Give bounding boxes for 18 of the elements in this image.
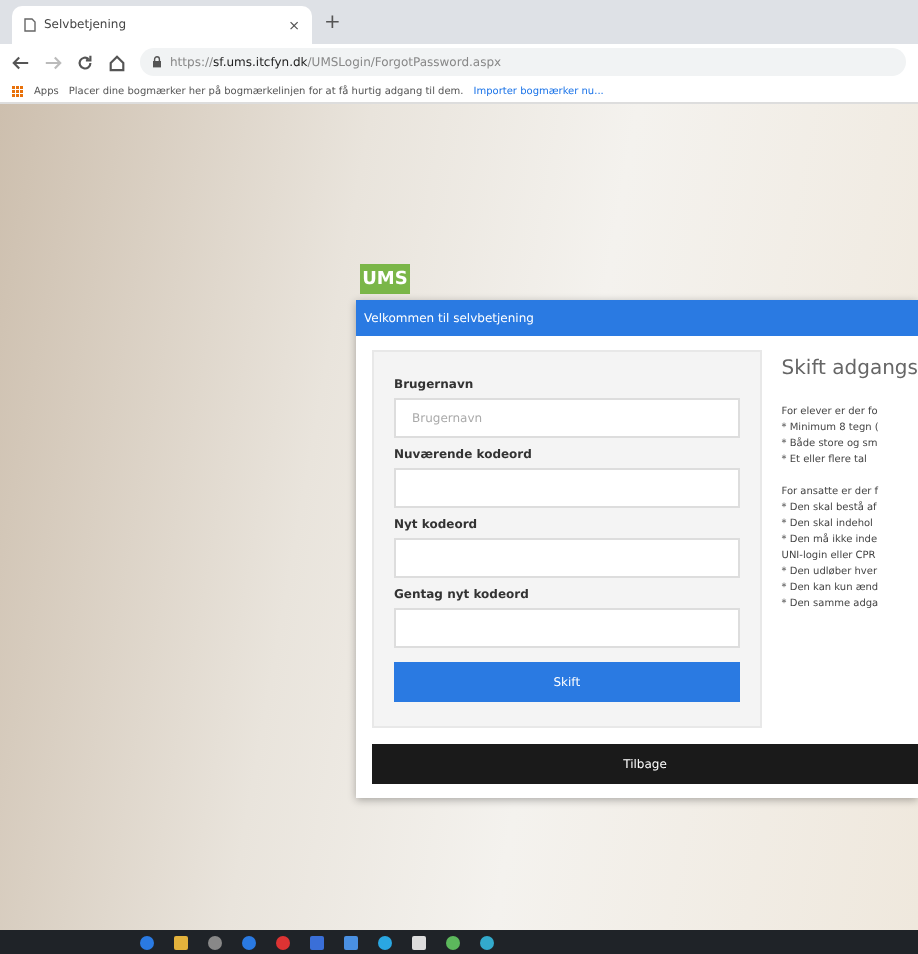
taskbar-icon[interactable] xyxy=(174,935,188,949)
lock-icon xyxy=(152,56,162,68)
taskbar-icon[interactable] xyxy=(378,935,392,949)
apps-grid-icon[interactable] xyxy=(12,85,24,97)
taskbar-icon[interactable] xyxy=(480,935,494,949)
taskbar-icon[interactable] xyxy=(344,935,358,949)
reload-icon[interactable] xyxy=(76,53,94,71)
home-icon[interactable] xyxy=(108,53,126,71)
input-field[interactable] xyxy=(394,538,740,578)
back-arrow-icon[interactable] xyxy=(12,53,30,71)
logo: UMS xyxy=(360,264,410,294)
info-title: Skift adgangs xyxy=(781,358,918,380)
taskbar-icon[interactable] xyxy=(446,935,460,949)
taskbar-icon[interactable] xyxy=(412,935,426,949)
new-tab-button[interactable]: + xyxy=(324,11,341,33)
input-field[interactable] xyxy=(394,468,740,508)
input-field[interactable] xyxy=(394,608,740,648)
page-icon xyxy=(24,18,36,32)
